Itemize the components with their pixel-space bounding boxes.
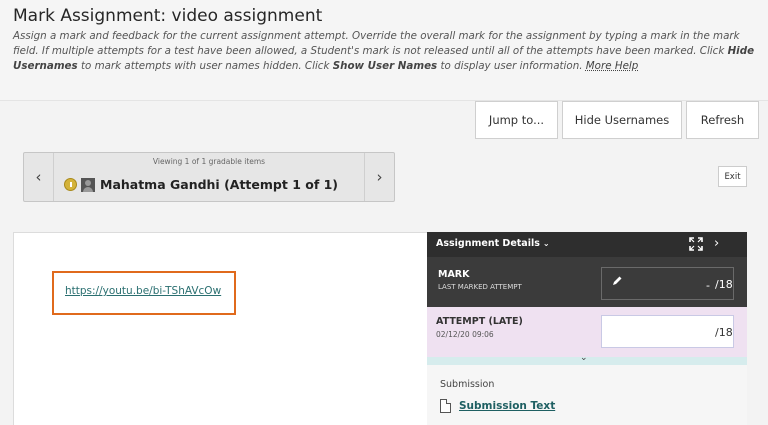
mark-sublabel: LAST MARKED ATTEMPT xyxy=(438,283,522,291)
instructions-part: to display user information. xyxy=(437,60,586,72)
panel-title: Assignment Details xyxy=(436,238,540,249)
navigator-center: Viewing 1 of 1 gradable items Mahatma Ga… xyxy=(54,153,364,201)
chevron-left-icon: ‹ xyxy=(35,168,42,186)
jump-to-button[interactable]: Jump to... xyxy=(475,101,558,139)
hide-usernames-button[interactable]: Hide Usernames xyxy=(562,101,682,139)
needs-grading-icon xyxy=(64,178,77,191)
student-row: Mahatma Gandhi (Attempt 1 of 1) xyxy=(64,177,338,192)
instructions-show-user-names: Show User Names xyxy=(332,60,438,72)
document-icon xyxy=(440,399,451,413)
attempt-label: ATTEMPT (LATE) xyxy=(436,316,523,327)
submission-url-link[interactable]: https://youtu.be/bi-TShAVcOw xyxy=(65,285,221,297)
page-header: Mark Assignment: video assignment Assign… xyxy=(0,0,768,101)
more-help-link[interactable]: More Help xyxy=(586,60,639,72)
attempt-navigator: ‹ Viewing 1 of 1 gradable items Mahatma … xyxy=(23,152,395,202)
avatar xyxy=(81,177,95,192)
submission-section: Submission Submission Text xyxy=(427,365,747,425)
attempt-date: 02/12/20 09:06 xyxy=(436,330,494,339)
refresh-button[interactable]: Refresh xyxy=(686,101,759,139)
attempt-row: ATTEMPT (LATE) 02/12/20 09:06 /18 xyxy=(427,307,747,357)
attempt-mark-field[interactable]: /18 xyxy=(601,315,734,348)
exit-button[interactable]: Exit xyxy=(718,166,747,187)
mark-total: /18 xyxy=(715,278,733,291)
chevron-down-icon: ⌄ xyxy=(580,353,588,363)
mark-label: MARK xyxy=(438,269,470,280)
mark-value: - xyxy=(706,279,710,292)
panel-header: Assignment Details ⌄ › xyxy=(427,232,747,257)
attempt-total: /18 xyxy=(715,326,733,339)
page-title: Mark Assignment: video assignment xyxy=(13,6,323,26)
assignment-details-toggle[interactable]: Assignment Details ⌄ xyxy=(436,238,550,249)
instructions-text: Assign a mark and feedback for the curre… xyxy=(13,29,758,74)
chevron-right-icon[interactable]: › xyxy=(714,236,719,251)
submission-text-link[interactable]: Submission Text xyxy=(459,400,555,412)
viewing-count: Viewing 1 of 1 gradable items xyxy=(152,157,266,166)
chevron-right-icon: › xyxy=(376,168,383,186)
student-name: Mahatma Gandhi (Attempt 1 of 1) xyxy=(100,177,339,192)
submission-content: https://youtu.be/bi-TShAVcOw xyxy=(13,232,428,425)
mark-override-field[interactable]: - /18 xyxy=(601,267,734,300)
next-attempt-button[interactable]: › xyxy=(364,153,394,201)
mark-row: MARK LAST MARKED ATTEMPT - /18 xyxy=(427,257,747,307)
previous-attempt-button[interactable]: ‹ xyxy=(24,153,54,201)
submission-heading: Submission xyxy=(440,379,495,390)
grading-panel: Assignment Details ⌄ › MARK LAST MARKED A… xyxy=(427,232,747,425)
instructions-part: Assign a mark and feedback for the curre… xyxy=(13,30,740,57)
pencil-icon xyxy=(613,276,622,285)
chevron-down-icon: ⌄ xyxy=(542,239,550,248)
collapse-toggle[interactable]: ⌄ xyxy=(427,353,747,365)
expand-icon[interactable] xyxy=(689,237,703,251)
instructions-part: to mark attempts with user names hidden.… xyxy=(77,60,333,72)
